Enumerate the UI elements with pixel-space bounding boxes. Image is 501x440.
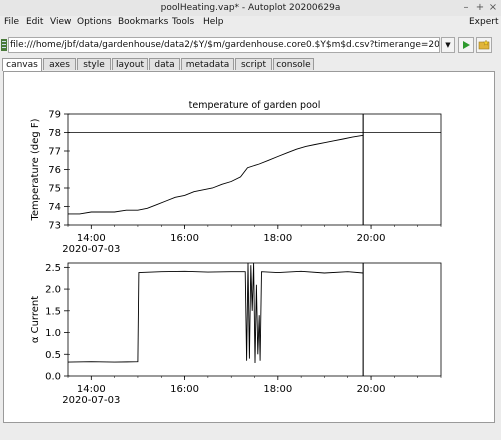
bookmarks-button[interactable] [476,37,492,53]
plots-svg[interactable]: temperature of garden pool 73 74 75 76 77 78 79… [4,72,494,422]
menu-bookmarks[interactable]: Bookmarks [118,17,168,27]
minimize-button[interactable]: – [460,2,472,13]
x-tick-sublabel: 2020-07-03 [62,244,120,255]
y-tick-label: 1.5 [45,306,61,317]
tab-style[interactable]: style [77,58,111,70]
x-tick-label: 20:00 [357,384,386,395]
window-titlebar: poolHeating.vap* - Autoplot 20200629a – … [0,0,501,17]
tab-canvas[interactable]: canvas [2,58,42,71]
chart-panel-0: temperature of garden pool 73 74 75 76 77 78 79… [30,100,442,255]
x-tick-label: 18:00 [263,233,292,244]
y-axis-label: Temperature (deg F) [30,118,41,221]
menu-bar: File Edit View Options Bookmarks Tools H… [0,16,501,30]
series-line-0 [67,262,364,364]
address-bar: file:///home/jbf/data/gardenhouse/data2/… [0,36,501,56]
close-button[interactable]: × [487,2,499,13]
menu-options[interactable]: Options [77,17,112,27]
series-line-0 [68,134,364,215]
y-tick-label: 79 [48,110,61,121]
y-tick-label: 73 [48,221,61,232]
tab-strip: canvas axes style layout data metadata s… [0,58,501,71]
y-tick-label: 77 [48,147,61,158]
y-tick-label: 74 [48,202,61,213]
y-tick-label: 2.5 [45,263,61,274]
x-tick-sublabel: 2020-07-03 [62,395,120,406]
menu-view[interactable]: View [50,17,71,27]
x-tick-label: 20:00 [357,233,386,244]
y-tick-label: 0.0 [45,372,61,383]
menu-file[interactable]: File [4,17,19,27]
menu-edit[interactable]: Edit [26,17,43,27]
y-tick-label: 78 [48,128,61,139]
tab-metadata[interactable]: metadata [181,58,234,70]
tab-layout[interactable]: layout [112,58,148,70]
tab-data[interactable]: data [149,58,180,70]
status-bar [0,426,501,440]
plot-go-button[interactable] [458,37,474,53]
tab-console[interactable]: console [273,58,314,70]
uri-history-dropdown[interactable]: ▼ [441,37,455,53]
folder-star-icon [478,39,490,50]
chart-panel-1: 0.0 0.5 1.0 1.5 2.0 2.5 14:00 16:00 18:00 20:00 20… [30,262,442,406]
menu-tools[interactable]: Tools [172,17,194,27]
plot-frame [67,113,442,226]
plot-canvas[interactable]: temperature of garden pool 73 74 75 76 77 78 79… [3,71,495,423]
y-axis-label: α Current [30,296,41,343]
x-tick-label: 18:00 [263,384,292,395]
play-icon [463,41,470,49]
y-tick-label: 0.5 [45,350,61,361]
window-title: poolHeating.vap* - Autoplot 20200629a [160,3,341,13]
tab-script[interactable]: script [235,58,272,70]
menu-expert[interactable]: Expert [469,17,499,27]
y-tick-label: 2.0 [45,285,61,296]
data-source-icon [1,39,7,51]
y-tick-label: 76 [48,165,61,176]
uri-input[interactable]: file:///home/jbf/data/gardenhouse/data2/… [8,37,440,53]
x-tick-label: 16:00 [170,384,199,395]
maximize-button[interactable]: + [474,2,486,13]
menu-help[interactable]: Help [203,17,224,27]
chart-title: temperature of garden pool [189,100,321,111]
x-tick-label: 14:00 [77,233,106,244]
chevron-down-icon: ▼ [445,41,451,49]
x-tick-label: 16:00 [170,233,199,244]
x-tick-label: 14:00 [77,384,106,395]
y-tick-label: 1.0 [45,328,61,339]
y-tick-label: 75 [48,184,61,195]
tab-axes[interactable]: axes [43,58,76,70]
